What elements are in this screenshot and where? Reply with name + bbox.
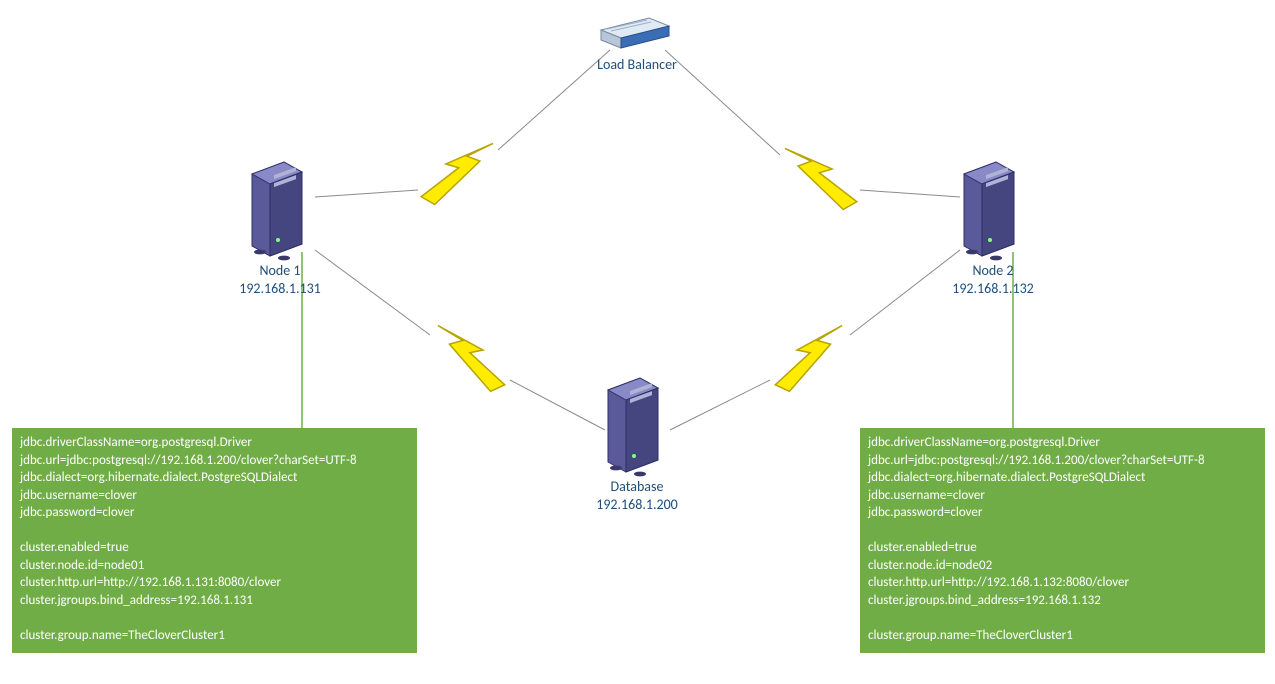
bolt-node1-db xyxy=(315,250,605,430)
bolt-lb-node1 xyxy=(315,50,610,207)
node2-ip: 192.168.1.132 xyxy=(952,280,1034,297)
node2-name: Node 2 xyxy=(972,262,1013,279)
bolt-lb-node2 xyxy=(665,50,960,212)
load-balancer-icon xyxy=(597,8,677,61)
node1-label: Node 1 192.168.1.131 xyxy=(220,262,340,298)
database-name: Database xyxy=(611,478,664,495)
node1-ip: 192.168.1.131 xyxy=(239,280,321,297)
bolt-node2-db xyxy=(670,250,960,430)
database-server-icon xyxy=(600,368,676,483)
database-ip: 192.168.1.200 xyxy=(596,496,678,513)
node2-label: Node 2 192.168.1.132 xyxy=(933,262,1053,298)
node2-server-icon xyxy=(956,152,1032,267)
node2-config-box: jdbc.driverClassName=org.postgresql.Driv… xyxy=(860,428,1265,653)
database-label: Database 192.168.1.200 xyxy=(577,478,697,514)
node1-name: Node 1 xyxy=(259,262,300,279)
node1-server-icon xyxy=(244,152,320,267)
node1-config-box: jdbc.driverClassName=org.postgresql.Driv… xyxy=(12,428,417,653)
load-balancer-label: Load Balancer xyxy=(567,56,707,74)
